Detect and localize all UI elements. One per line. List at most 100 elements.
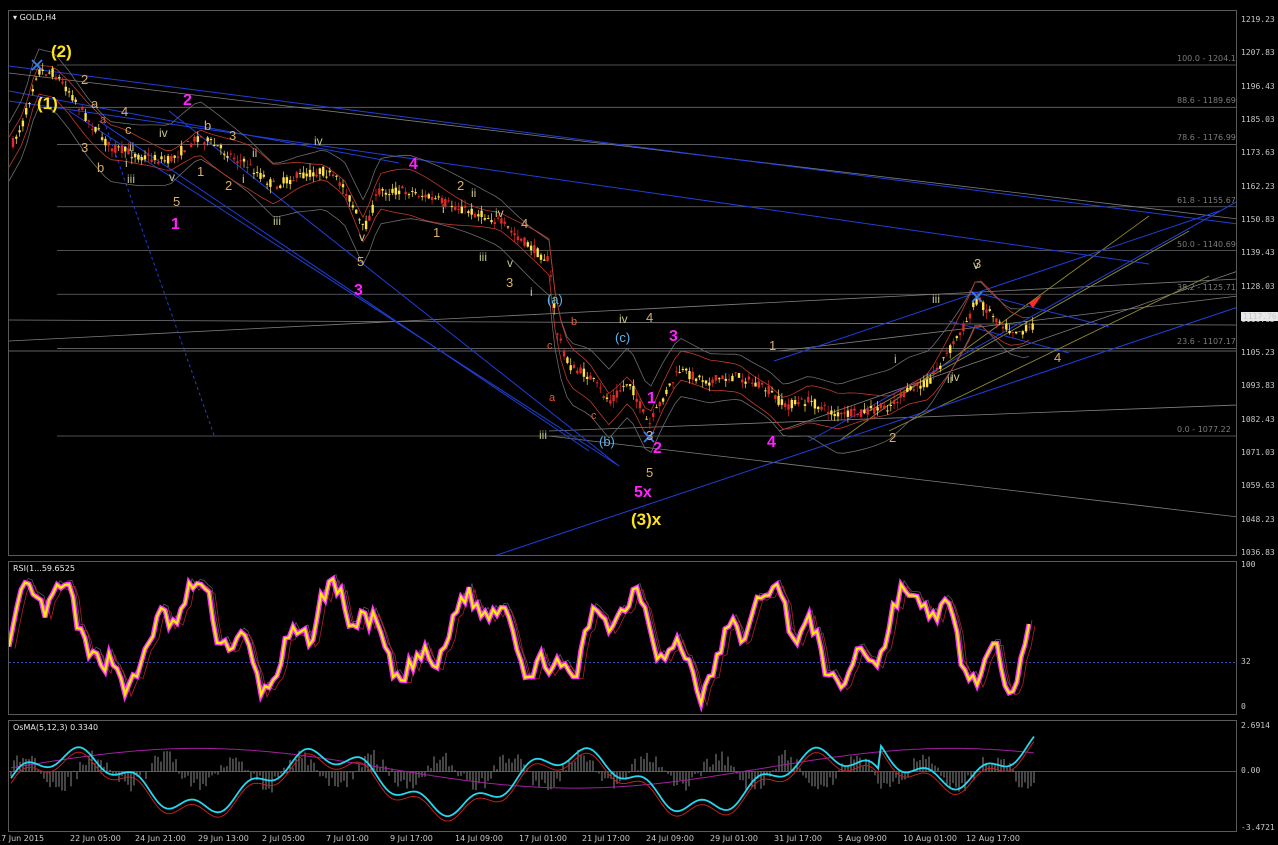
- bull-candle: [265, 183, 269, 185]
- wave-label-olive: ii: [252, 146, 258, 160]
- wave-label-olive: iv: [951, 370, 960, 384]
- wave-label-tan: 5: [646, 465, 654, 480]
- bull-candle: [196, 136, 199, 142]
- bear-candle: [401, 186, 404, 189]
- bull-candle: [209, 138, 213, 140]
- bear-candle: [797, 402, 800, 405]
- bull-candle: [833, 413, 836, 417]
- bear-candle: [546, 256, 549, 262]
- bear-candle: [493, 222, 496, 224]
- bear-candle: [602, 396, 605, 399]
- bear-candle: [503, 221, 506, 224]
- bear-candle: [533, 245, 536, 254]
- bull-candle: [925, 379, 929, 387]
- wave-label-tan: a: [91, 96, 99, 111]
- wave-label-tan: 5: [173, 194, 181, 209]
- bear-candle: [199, 136, 203, 138]
- bull-candle: [51, 68, 54, 77]
- wave-label-olive: i: [125, 156, 128, 170]
- bear-candle: [958, 332, 962, 336]
- bull-candle: [506, 226, 510, 228]
- bear-candle: [368, 215, 371, 221]
- bull-candle: [21, 120, 25, 127]
- bull-candle: [846, 410, 850, 417]
- bull-candle: [279, 185, 282, 188]
- bull-candle: [34, 78, 38, 80]
- bear-candle: [883, 405, 886, 410]
- fib-level-label: 50.0 - 1140.69: [1177, 239, 1236, 249]
- bull-candle: [625, 384, 628, 386]
- bear-candle: [473, 213, 477, 218]
- bear-candle: [774, 395, 777, 399]
- bear-candle: [510, 230, 513, 233]
- bull-candle: [298, 173, 302, 175]
- wave-label-olive: i: [442, 202, 445, 216]
- bull-candle: [28, 102, 31, 105]
- time-tick-label: 14 Jul 09:00: [455, 834, 503, 843]
- bear-candle: [157, 161, 160, 164]
- bull-candle: [942, 357, 945, 359]
- envelope-band: [9, 48, 1030, 387]
- wave-label-tan: c: [125, 122, 132, 137]
- wave-label-yellow: (2): [51, 42, 72, 61]
- bull-candle: [242, 158, 246, 162]
- wave-label-orange: c: [547, 340, 553, 352]
- blue-trendline: [495, 307, 1236, 555]
- bull-candle: [972, 302, 975, 308]
- bull-candle: [764, 390, 767, 392]
- bull-candle: [909, 386, 912, 390]
- bull-candle: [262, 174, 265, 177]
- wave-label-magenta: 3: [354, 282, 363, 299]
- bull-candle: [84, 113, 87, 121]
- bull-candle: [592, 377, 595, 379]
- wave-label-tan: 4: [121, 104, 129, 119]
- dropdown-triangle-icon[interactable]: ▾: [13, 13, 17, 22]
- wave-label-olive: i: [530, 285, 533, 299]
- bull-candle: [685, 368, 688, 371]
- bull-candle: [661, 398, 665, 402]
- bear-candle: [1018, 330, 1021, 332]
- wave-label-cyan: (c): [615, 330, 631, 345]
- bear-candle: [635, 398, 638, 402]
- bear-candle: [430, 197, 434, 201]
- bull-candle: [226, 156, 229, 158]
- bear-candle: [147, 154, 150, 156]
- bull-candle: [605, 397, 609, 399]
- bear-candle: [454, 206, 457, 211]
- bull-candle: [302, 172, 305, 179]
- bull-candle: [308, 169, 312, 177]
- bull-candle: [886, 410, 889, 412]
- price-chart-pane[interactable]: ▾ GOLD,H4 100.0 - 1204.16 88.6 - 1189.69 7…: [8, 10, 1237, 556]
- osma-level-label: 2.6914: [1241, 721, 1270, 730]
- bull-candle: [397, 190, 401, 195]
- bull-candle: [490, 220, 493, 223]
- bear-candle: [424, 194, 427, 198]
- bull-candle: [919, 385, 922, 389]
- wave-label-olive: v: [359, 230, 365, 244]
- bear-candle: [859, 409, 863, 417]
- wave-label-olive: ii: [129, 140, 135, 154]
- bull-candle: [869, 405, 873, 409]
- bull-candle: [539, 254, 543, 260]
- bear-candle: [902, 391, 906, 398]
- bear-candle: [229, 153, 232, 155]
- osma-axis: 2.6914 0.00 -3.4721: [1237, 720, 1278, 832]
- bear-candle: [826, 412, 830, 414]
- wave-label-tan: 5: [357, 254, 365, 269]
- wave-label-tan: 2: [225, 178, 233, 193]
- bear-candle: [275, 186, 279, 189]
- bear-candle: [727, 379, 731, 381]
- fib-level-label: 100.0 - 1204.16: [1177, 54, 1237, 64]
- rsi-indicator-pane[interactable]: RSI(1...59.6525: [8, 561, 1237, 715]
- wave-label-orange: a: [549, 392, 556, 404]
- wave-label-tan: 2: [81, 72, 89, 87]
- bear-candle: [77, 108, 81, 110]
- bear-candle: [760, 382, 764, 385]
- price-tick-label: 1185.03: [1241, 114, 1275, 124]
- bull-candle: [100, 137, 104, 140]
- bull-candle: [810, 400, 813, 402]
- bear-candle: [800, 398, 803, 400]
- bear-candle: [513, 233, 516, 236]
- osma-indicator-pane[interactable]: OsMA(5,12,3) 0.3340: [8, 720, 1237, 832]
- bull-candle: [1021, 331, 1024, 335]
